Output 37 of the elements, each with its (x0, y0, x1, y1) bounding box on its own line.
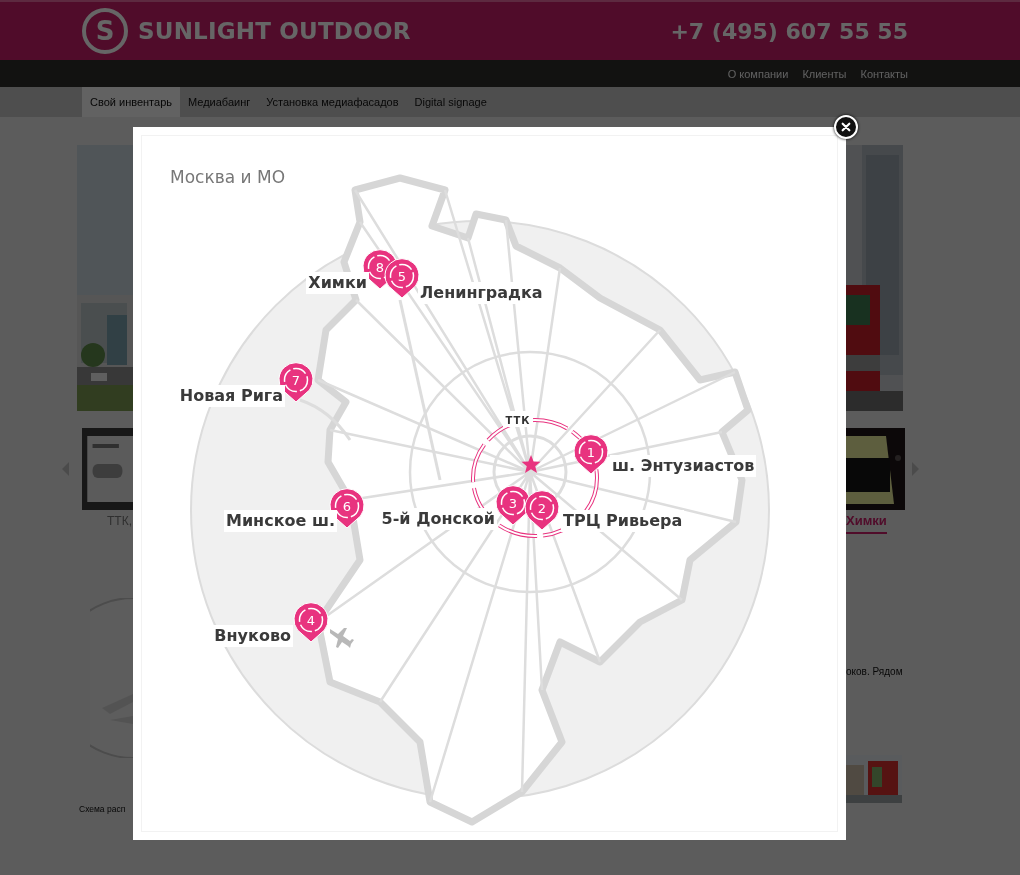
nav-link[interactable]: О компании (727, 67, 789, 80)
pin-number: 7 (291, 373, 301, 388)
tab[interactable]: Медиабаинг (180, 87, 259, 117)
pin-number: 1 (586, 445, 596, 460)
location-label: Минское ш. (224, 510, 337, 532)
pin-number: 2 (537, 501, 547, 516)
pin-number: 4 (306, 613, 316, 628)
location-label: Внуково (212, 625, 293, 647)
close-button[interactable] (834, 115, 858, 139)
phone-number: +7 (495) 607 55 55 (670, 18, 908, 44)
ring-road-label: ТТК (505, 415, 531, 426)
map-pin[interactable] (524, 490, 560, 531)
tab[interactable]: Digital signage (406, 87, 495, 117)
location-label: Ленинградка (418, 282, 545, 304)
map-pin[interactable] (573, 434, 609, 475)
location-label: Химки (306, 272, 369, 294)
body-text: оков. Рядом (846, 666, 903, 677)
logo-icon[interactable]: S (82, 8, 128, 54)
nav-link[interactable]: Клиенты (802, 67, 847, 80)
star-icon (521, 455, 541, 473)
location-label: ш. Энтузиастов (610, 455, 757, 477)
location-label: ТРЦ Ривьера (561, 510, 685, 532)
close-icon[interactable] (841, 122, 851, 132)
brand-name[interactable]: SUNLIGHT OUTDOOR (138, 18, 411, 44)
airplane-icon (330, 628, 354, 648)
tab[interactable]: Свой инвентарь (82, 87, 180, 117)
location-label: 5-й Донской (379, 508, 497, 530)
pin-number: 8 (375, 260, 385, 275)
map-pin[interactable] (293, 602, 329, 643)
map-pin[interactable] (384, 258, 420, 299)
tab[interactable]: Установка медиафасадов (258, 87, 407, 117)
nav-link[interactable]: Контакты (860, 67, 908, 80)
pin-number: 6 (342, 499, 352, 514)
pin-number: 3 (508, 496, 518, 511)
pin-number: 5 (397, 269, 407, 284)
dialog-title: Москва и МО (170, 167, 286, 187)
body-text: Схема расп (79, 804, 126, 814)
